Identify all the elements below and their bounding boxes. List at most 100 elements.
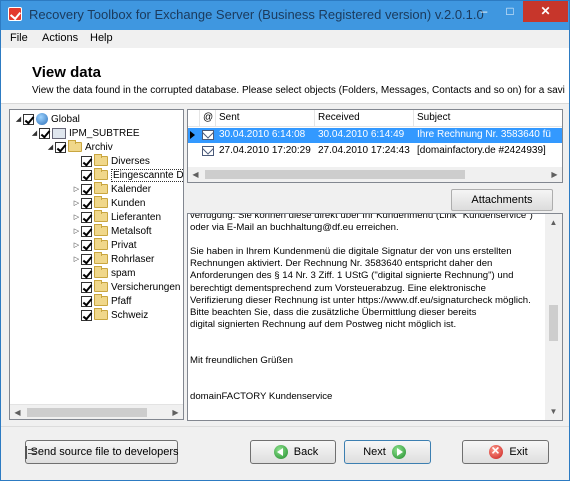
- column-attachment[interactable]: @: [200, 110, 216, 127]
- scroll-down-icon[interactable]: ▼: [545, 403, 562, 420]
- tree-node-folder[interactable]: ▷ Kalender: [72, 182, 151, 196]
- checkbox[interactable]: [81, 239, 92, 251]
- page-description: View the data found in the corrupted dat…: [32, 85, 565, 96]
- menu-help[interactable]: Help: [90, 32, 113, 44]
- expand-icon[interactable]: ▷: [72, 227, 81, 235]
- folder-icon: [94, 210, 108, 222]
- expand-icon[interactable]: ▷: [72, 185, 81, 193]
- current-row-pointer-icon: [190, 131, 195, 139]
- checkbox[interactable]: [81, 183, 92, 195]
- checkbox[interactable]: [81, 309, 92, 321]
- collapse-icon[interactable]: ◢: [14, 115, 23, 123]
- exit-icon: [489, 442, 504, 459]
- exit-button[interactable]: Exit: [462, 440, 549, 464]
- scroll-thumb[interactable]: [549, 305, 558, 341]
- checkbox[interactable]: [81, 155, 92, 167]
- tree-label: Rohrlaser: [111, 253, 155, 265]
- scroll-left-icon[interactable]: ◀: [10, 405, 25, 419]
- tree-horizontal-scrollbar[interactable]: ◀ ▶: [10, 404, 183, 419]
- scroll-thumb[interactable]: [205, 170, 465, 179]
- body-vertical-scrollbar[interactable]: ▲ ▼: [545, 214, 562, 420]
- subject-cell: [domainfactory.de #2424939]: [417, 145, 546, 156]
- body-line: berechtigt dementsprechend zum Vorsteuer…: [190, 282, 486, 294]
- checkbox[interactable]: [81, 295, 92, 307]
- send-source-file-button[interactable]: Send source file to developers: [24, 440, 179, 464]
- body-line: domainFACTORY Kundenservice: [190, 391, 333, 403]
- scroll-left-icon[interactable]: ◀: [188, 167, 203, 182]
- checkbox[interactable]: [39, 127, 50, 139]
- body-line: verfügung. Sie können diese direkt über …: [190, 213, 533, 221]
- body-line: Rechnungen aktiviert. Der Rechnung Nr. 3…: [190, 258, 493, 270]
- tree-label: Diverses: [111, 155, 150, 167]
- checkbox[interactable]: [81, 253, 92, 265]
- maximize-button[interactable]: □: [497, 1, 523, 22]
- checkbox[interactable]: [81, 281, 92, 293]
- checkbox[interactable]: [23, 113, 34, 125]
- message-body-text: verfügung. Sie können diese direkt über …: [190, 213, 542, 404]
- checkbox[interactable]: [55, 141, 66, 153]
- checkbox[interactable]: [81, 169, 92, 181]
- page-header: View data View the data found in the cor…: [1, 48, 569, 104]
- expand-icon[interactable]: ▷: [72, 199, 81, 207]
- message-row[interactable]: 30.04.2010 6:14:08 30.04.2010 6:14:49 Ih…: [188, 128, 562, 143]
- tree-node-ipm-subtree[interactable]: ◢ IPM_SUBTREE: [30, 126, 140, 140]
- back-button[interactable]: Back: [250, 440, 336, 464]
- folder-icon: [94, 280, 108, 292]
- body-line: oder via E-Mail an buchhaltung@df.eu err…: [190, 222, 399, 234]
- scroll-right-icon[interactable]: ▶: [547, 167, 562, 182]
- tree-node-folder[interactable]: Schweiz: [72, 308, 148, 322]
- tree-node-folder[interactable]: Diverses: [72, 154, 150, 168]
- page-title: View data: [32, 64, 101, 81]
- scroll-thumb[interactable]: [27, 408, 147, 417]
- folder-icon: [94, 224, 108, 236]
- globe-icon: [36, 113, 48, 125]
- folder-icon: [94, 238, 108, 250]
- checkbox[interactable]: [81, 225, 92, 237]
- tree-node-archiv[interactable]: ◢ Archiv: [46, 140, 113, 154]
- message-body-viewer[interactable]: verfügung. Sie können diese direkt über …: [187, 213, 563, 421]
- message-row[interactable]: 27.04.2010 17:20:29 27.04.2010 17:24:43 …: [188, 144, 562, 159]
- tree-label: Lieferanten: [111, 211, 162, 223]
- body-line: [190, 331, 542, 343]
- tree-label: Metalsoft: [111, 225, 152, 237]
- tree-node-folder[interactable]: ▷ Rohrlaser: [72, 252, 154, 266]
- tree-node-folder[interactable]: ▷ Kunden: [72, 196, 145, 210]
- tree-node-folder[interactable]: ▷ Lieferanten: [72, 210, 161, 224]
- folder-icon: [68, 140, 82, 152]
- sent-cell: 27.04.2010 17:20:29: [219, 145, 311, 156]
- expand-icon[interactable]: ▷: [72, 255, 81, 263]
- column-sent[interactable]: Sent: [216, 110, 315, 127]
- collapse-icon[interactable]: ◢: [46, 143, 55, 151]
- menu-file[interactable]: File: [10, 32, 28, 44]
- collapse-icon[interactable]: ◢: [30, 129, 39, 137]
- expand-icon[interactable]: ▷: [72, 213, 81, 221]
- tree-node-folder-selected[interactable]: Eingescannte De: [72, 168, 183, 182]
- received-cell: 27.04.2010 17:24:43: [318, 145, 410, 156]
- title-bar[interactable]: Recovery Toolbox for Exchange Server (Bu…: [1, 1, 569, 30]
- scroll-up-icon[interactable]: ▲: [545, 214, 562, 231]
- tree-node-folder[interactable]: ▷ Metalsoft: [72, 224, 152, 238]
- scroll-right-icon[interactable]: ▶: [168, 405, 183, 419]
- checkbox[interactable]: [81, 211, 92, 223]
- body-line: [190, 234, 542, 246]
- tree-node-folder[interactable]: Pfaff: [72, 294, 131, 308]
- next-button[interactable]: Next: [344, 440, 431, 464]
- folder-icon: [94, 182, 108, 194]
- tree-node-folder[interactable]: spam: [72, 266, 135, 280]
- tree-label: Pfaff: [111, 295, 132, 307]
- tree-node-folder[interactable]: ▷ Privat: [72, 238, 137, 252]
- tree-node-global[interactable]: ◢ Global: [14, 112, 80, 126]
- expand-icon[interactable]: ▷: [72, 241, 81, 249]
- column-subject[interactable]: Subject: [414, 110, 562, 127]
- attachments-button[interactable]: Attachments: [451, 189, 553, 211]
- tree-node-folder[interactable]: Versicherungen: [72, 280, 181, 294]
- checkbox[interactable]: [81, 197, 92, 209]
- menu-actions[interactable]: Actions: [42, 32, 78, 44]
- close-window-button[interactable]: ✕: [523, 1, 568, 22]
- checkbox[interactable]: [81, 267, 92, 279]
- minimize-button[interactable]: –: [471, 1, 497, 22]
- app-logo-icon: [8, 7, 22, 21]
- sent-cell: 30.04.2010 6:14:08: [219, 129, 306, 140]
- column-received[interactable]: Received: [315, 110, 414, 127]
- list-horizontal-scrollbar[interactable]: ◀ ▶: [188, 167, 562, 182]
